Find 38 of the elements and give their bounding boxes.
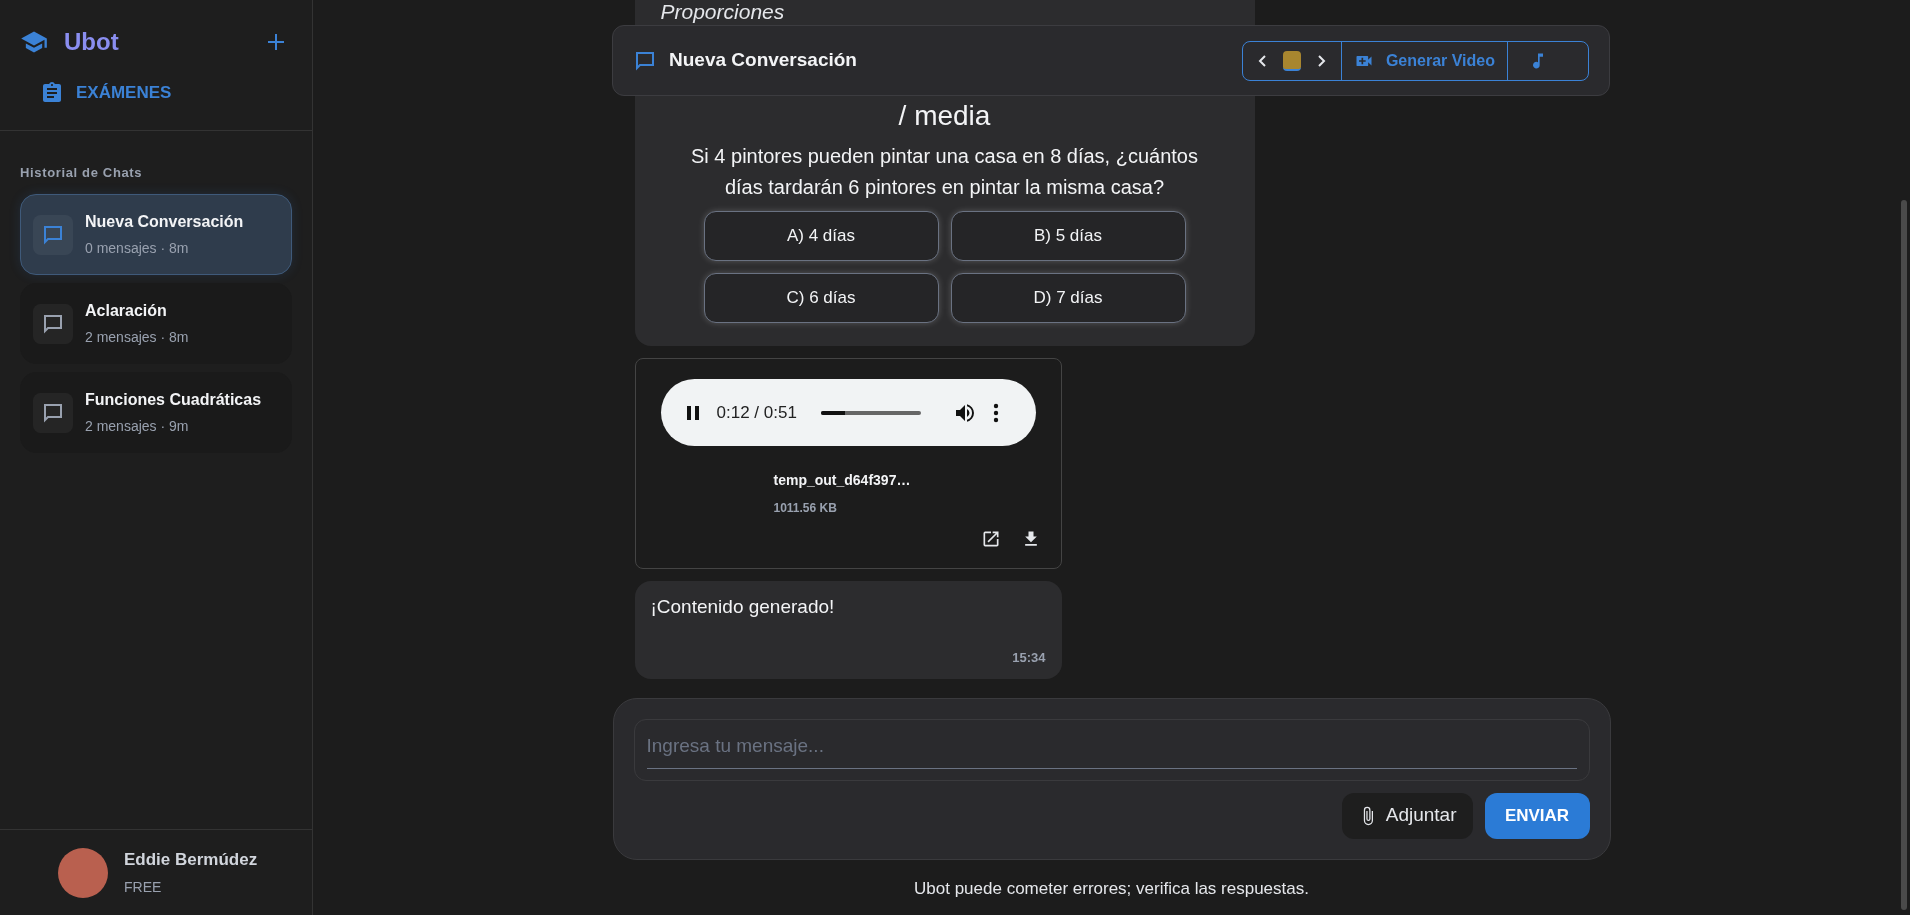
chat-title: Nueva Conversación — [669, 48, 857, 73]
chat-history-item[interactable]: Nueva Conversación 0 mensajes · 8m — [20, 194, 292, 275]
section-title: Historial de Chats — [19, 163, 144, 182]
answer-option[interactable]: C) 6 días — [703, 273, 939, 323]
scrollbar[interactable] — [1901, 200, 1907, 910]
answer-option[interactable]: B) 5 días — [950, 211, 1186, 261]
answer-option[interactable]: D) 7 días — [950, 273, 1186, 323]
audio-player[interactable]: 0:12 / 0:51 — [660, 379, 1036, 446]
file-size: 1011.56 KB — [773, 500, 838, 517]
quiz-heading: Proporciones — [659, 0, 786, 23]
quiz-subheading: / media — [898, 99, 991, 133]
attach-button[interactable]: Adjuntar — [1341, 792, 1473, 839]
exams-link[interactable]: EXÁMENES — [0, 80, 312, 106]
send-button[interactable]: ENVIAR — [1484, 792, 1590, 839]
chat-title: Nueva Conversación — [85, 212, 244, 232]
user-name: Eddie Bermúdez — [124, 849, 258, 872]
chat-history-item[interactable]: Aclaración 2 mensajes · 8m — [20, 283, 292, 364]
pause-icon[interactable] — [684, 404, 701, 421]
chat-history-item[interactable]: Funciones Cuadráticas 2 mensajes · 9m — [20, 372, 292, 453]
message-time: 15:34 — [1012, 648, 1046, 667]
chat-title: Aclaración — [85, 301, 168, 321]
message-text: ¡Contenido generado! — [650, 595, 835, 619]
avatar — [58, 847, 108, 898]
quiz-question: Si 4 pintores pueden pintar una casa en 8 días, ¿cuántos días tardarán 6 pintores en pintar la misma casa? — [690, 144, 1199, 200]
more-icon[interactable] — [992, 402, 999, 423]
chat-meta: 0 mensajes · 8m — [85, 239, 190, 258]
chat-meta: 2 mensajes · 9m — [85, 417, 190, 436]
answer-option[interactable]: A) 4 días — [703, 211, 939, 261]
message-input[interactable]: Ingresa tu mensaje... — [633, 718, 1590, 781]
app-name: Ubot — [64, 27, 119, 57]
disclaimer: Ubot puede cometer errores; verifica las respuestas. — [914, 877, 1309, 900]
chat-title: Funciones Cuadráticas — [85, 390, 262, 410]
file-name: temp_out_d64f397… — [773, 471, 911, 490]
chat-meta: 2 mensajes · 8m — [85, 328, 189, 347]
audio-time: 0:12 / 0:51 — [716, 401, 797, 424]
clipboard-icon — [40, 80, 64, 105]
audio-track[interactable] — [820, 410, 921, 415]
user-plan: FREE — [124, 877, 163, 897]
